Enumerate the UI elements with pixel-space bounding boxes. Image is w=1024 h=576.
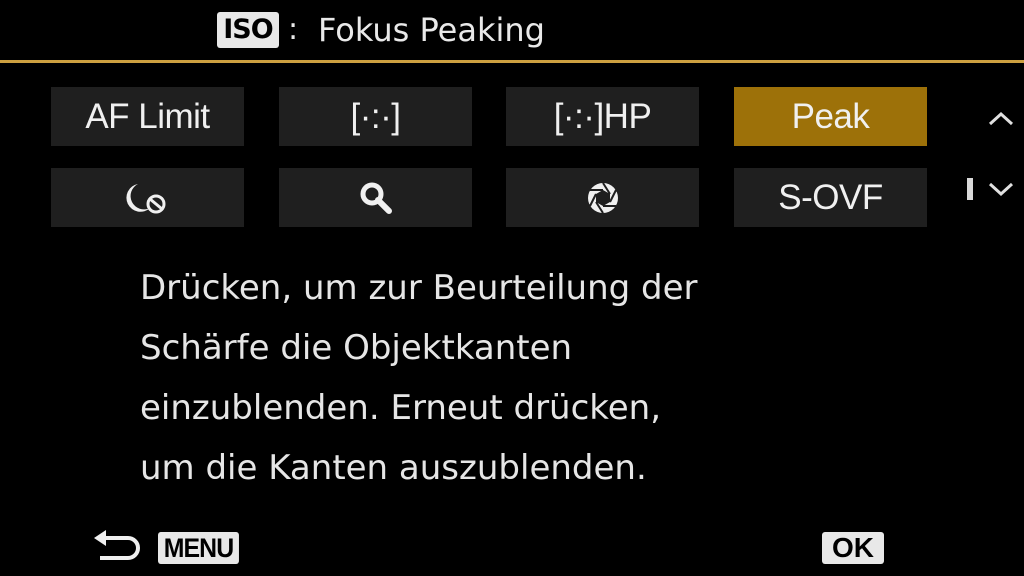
scrollbar-thumb[interactable] xyxy=(967,178,973,200)
ok-button[interactable]: OK xyxy=(822,532,884,564)
header-divider xyxy=(0,60,1024,63)
description-line: Schärfe die Objektkanten xyxy=(140,328,573,368)
af-target-button[interactable]: [·:·] xyxy=(279,87,472,146)
moon-no-icon xyxy=(125,183,165,213)
peak-button[interactable]: Peak xyxy=(734,87,927,146)
magnifier-button[interactable] xyxy=(279,168,472,227)
description-text: Drücken, um zur Beurteilung der Schärfe … xyxy=(140,258,900,498)
af-target-hp-label: [·:·]HP xyxy=(553,96,652,136)
aperture-button[interactable] xyxy=(506,168,699,227)
chevron-down-icon[interactable] xyxy=(986,180,1016,200)
af-target-hp-button[interactable]: [·:·]HP xyxy=(506,87,699,146)
description-line: Drücken, um zur Beurteilung der xyxy=(140,268,698,308)
return-arrow-icon[interactable] xyxy=(92,528,142,566)
af-limit-button[interactable]: AF Limit xyxy=(51,87,244,146)
s-ovf-label: S-OVF xyxy=(778,177,883,217)
aperture-icon xyxy=(587,181,618,214)
moon-no-button[interactable] xyxy=(51,168,244,227)
s-ovf-button[interactable]: S-OVF xyxy=(734,168,927,227)
magnifier-icon xyxy=(360,182,392,214)
iso-badge: ISO xyxy=(217,12,279,48)
peak-label: Peak xyxy=(791,96,870,136)
af-target-label: [·:·] xyxy=(350,96,401,136)
header-bar: ISO : Fokus Peaking xyxy=(0,0,1024,60)
af-limit-label: AF Limit xyxy=(85,96,210,136)
description-line: um die Kanten auszublenden. xyxy=(140,448,647,488)
chevron-up-icon[interactable] xyxy=(986,108,1016,128)
description-line: einzublenden. Erneut drücken, xyxy=(140,388,662,428)
header-separator: : xyxy=(288,12,299,47)
menu-button[interactable]: MENU xyxy=(158,532,239,564)
page-title: Fokus Peaking xyxy=(318,11,545,49)
